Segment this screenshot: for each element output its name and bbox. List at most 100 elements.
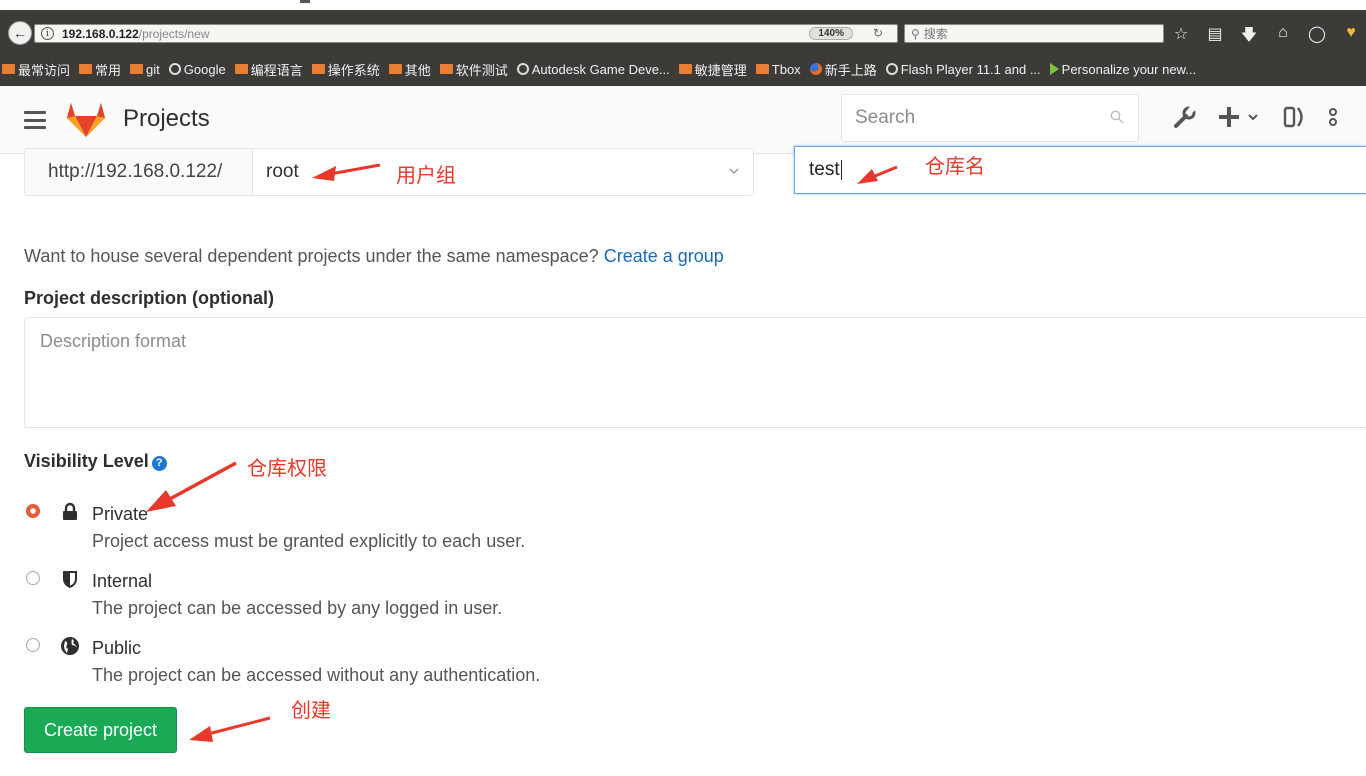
arrowhead-create [189, 726, 213, 742]
create-project-button[interactable]: Create project [24, 707, 177, 753]
public-description: The project can be accessed without any … [92, 665, 541, 685]
new-dropdown-plus-icon[interactable] [1218, 104, 1262, 130]
window-top-strip [0, 0, 1366, 14]
help-icon[interactable]: ? [151, 456, 167, 471]
header-icons [1172, 104, 1338, 130]
browser-toolbar: ← i 192.168.0.122/projects/new 140% ↻ ⚲ … [0, 14, 1366, 52]
bookmark-label: Autodesk Game Deve... [531, 61, 670, 77]
annotation-repo-permission: 仓库权限 [247, 456, 327, 480]
search-icon [1110, 110, 1124, 124]
bookmark-label: git [146, 61, 160, 77]
home-icon[interactable]: ⌂ [1274, 24, 1292, 51]
bookmark-label: 软件测试 [455, 62, 508, 78]
bookmark-label: 常用 [95, 62, 122, 78]
folder-icon [755, 64, 769, 74]
bookmark-item[interactable]: 敏捷管理 [678, 60, 747, 79]
folder-icon [2, 64, 15, 74]
search-field[interactable] [841, 94, 1139, 142]
folder-icon [678, 64, 692, 74]
internal-radio[interactable] [26, 571, 40, 585]
gitlab-header: Projects [0, 86, 1366, 154]
group-hint-text: Want to house several dependent projects… [24, 246, 599, 266]
arrow-repo-permission [167, 461, 237, 502]
hamburger-menu-icon[interactable] [24, 111, 46, 129]
lock-icon [63, 502, 77, 520]
bookmark-item[interactable]: 编程语言 [234, 60, 303, 79]
public-radio[interactable] [26, 638, 40, 652]
project-name-value: test [809, 159, 840, 180]
zoom-indicator[interactable]: 140% [809, 27, 853, 40]
namespace-url-prefix: http://192.168.0.122/ [25, 149, 253, 195]
bookmark-item[interactable]: Tbox [755, 61, 801, 77]
bookmark-label: Flash Player 11.1 and ... [900, 61, 1041, 77]
project-description-input[interactable] [40, 331, 1351, 414]
public-title: Public [92, 638, 142, 658]
bookmark-label: 编程语言 [250, 62, 303, 78]
folder-icon [439, 64, 453, 74]
site-info-icon[interactable]: i [41, 27, 54, 40]
pocket-icon[interactable]: ◯ [1308, 24, 1326, 51]
bookmark-label: Google [183, 61, 226, 77]
project-description-field[interactable] [24, 317, 1366, 428]
chevron-down-icon [729, 168, 739, 174]
download-icon[interactable]: 🡇 [1240, 24, 1258, 51]
visibility-option-public[interactable]: Public The project can be accessed witho… [24, 636, 724, 692]
search-icon: ⚲ [911, 26, 920, 41]
back-button[interactable]: ← [8, 21, 32, 45]
bookmark-item[interactable]: 最常访问 [2, 60, 70, 79]
more-icon[interactable] [1328, 104, 1338, 130]
folder-icon [79, 64, 93, 74]
arrow-create [207, 716, 271, 736]
namespace-select[interactable]: root [253, 149, 753, 195]
url-path: /projects/new [138, 26, 210, 41]
private-description: Project access must be granted explicitl… [92, 531, 526, 551]
visibility-option-private[interactable]: Private Project access must be granted e… [24, 502, 724, 558]
bookmark-label: Tbox [771, 61, 801, 77]
project-name-input[interactable]: test [794, 146, 1366, 194]
bookmark-item[interactable]: 其他 [388, 60, 431, 79]
visibility-level-label: Visibility Level? [24, 451, 167, 472]
folder-icon [388, 64, 402, 74]
star-icon[interactable]: ☆ [1172, 24, 1190, 51]
internal-description: The project can be accessed by any logge… [92, 598, 503, 618]
url-host: 192.168.0.122 [62, 26, 139, 41]
bookmark-item[interactable]: Personalize your new... [1049, 61, 1197, 77]
search-input[interactable] [855, 107, 1095, 129]
window-edge [300, 0, 310, 3]
namespace-selected-value: root [266, 161, 299, 182]
globe-icon [61, 637, 79, 655]
visibility-level-text: Visibility Level [24, 451, 149, 471]
annotation-create: 创建 [291, 698, 331, 722]
gitlab-logo-icon[interactable] [66, 100, 106, 138]
browser-search-input[interactable]: ⚲ 搜索 [904, 24, 1164, 43]
bookmark-item[interactable]: 软件测试 [439, 60, 508, 79]
sidebar-toggle-icon[interactable] [1282, 104, 1308, 130]
admin-wrench-icon[interactable] [1172, 104, 1198, 130]
bookmark-label: 新手上路 [824, 62, 877, 78]
annotation-user-group: 用户组 [396, 163, 456, 187]
private-radio[interactable] [26, 504, 40, 518]
globe-icon [516, 63, 529, 75]
url-bar[interactable]: i 192.168.0.122/projects/new 140% ↻ [34, 24, 898, 43]
bookmark-item[interactable]: Autodesk Game Deve... [516, 61, 670, 77]
bookmarks-bar: 最常访问 常用 git Google 编程语言 操作系统 其他 软件测试 Autodesk Ga… [0, 52, 1366, 86]
folder-icon [311, 64, 325, 74]
play-icon [1049, 63, 1059, 75]
shield-icon [63, 571, 77, 588]
visibility-option-internal[interactable]: Internal The project can be accessed by … [24, 569, 724, 625]
bookmark-label: 操作系统 [327, 62, 380, 78]
extension-icon[interactable]: ♥ [1342, 24, 1360, 51]
bookmark-label: Personalize your new... [1061, 61, 1197, 77]
reload-icon[interactable]: ↻ [873, 26, 883, 40]
bookmark-item[interactable]: Google [168, 61, 226, 77]
bookmark-item[interactable]: 操作系统 [311, 60, 380, 79]
bookmark-item[interactable]: git [130, 62, 160, 77]
bookmark-item[interactable]: 新手上路 [809, 60, 877, 79]
page-title[interactable]: Projects [123, 105, 210, 133]
browser-search-placeholder: 搜索 [923, 27, 948, 41]
bookmark-item[interactable]: 常用 [79, 60, 121, 79]
bookmark-item[interactable]: Flash Player 11.1 and ... [885, 61, 1041, 77]
group-hint: Want to house several dependent projects… [24, 246, 724, 267]
create-group-link[interactable]: Create a group [604, 246, 724, 266]
reading-list-icon[interactable]: ▤ [1206, 24, 1224, 51]
